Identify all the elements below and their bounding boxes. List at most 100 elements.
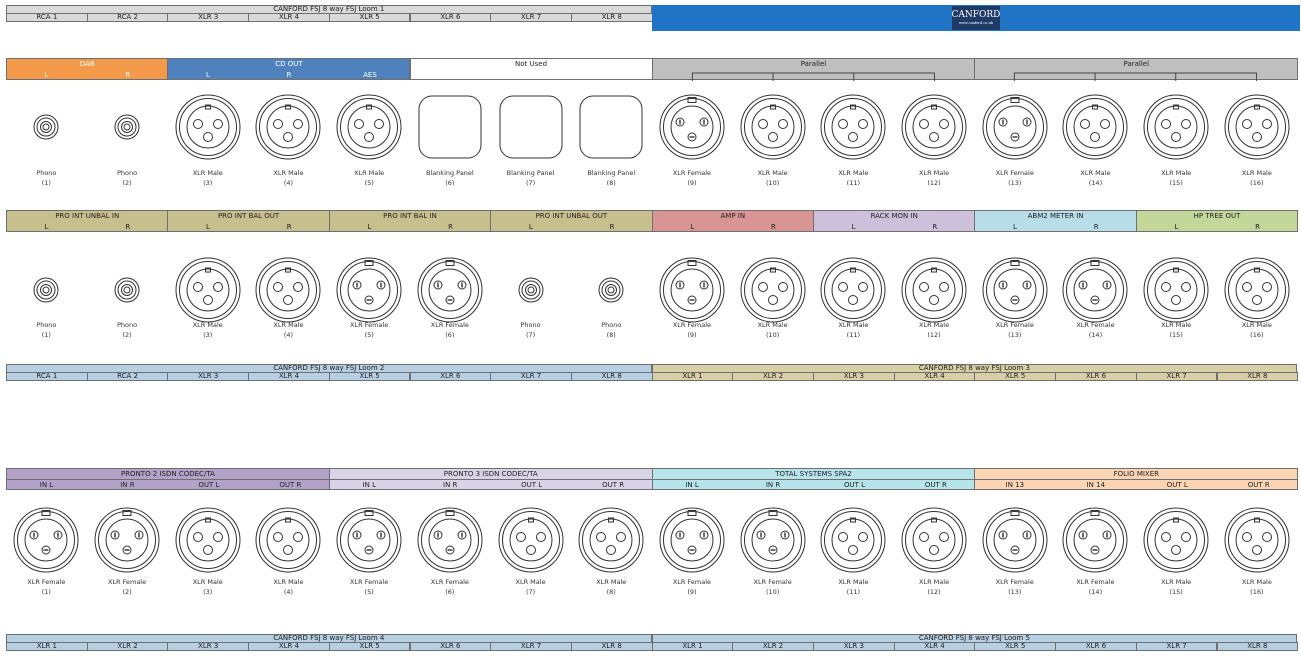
xlr-male-icon — [901, 94, 967, 160]
channel-label: OUT L — [1166, 481, 1188, 489]
connector-type-label: XLR Female — [753, 578, 792, 586]
loom1-cell: XLR 5 — [328, 13, 411, 22]
connector-type-label: XLR Male — [757, 321, 788, 329]
group-title: DAB — [79, 60, 95, 68]
xlr-male-icon — [740, 257, 806, 323]
group-title: FOLIO MIXER — [1113, 470, 1159, 478]
channel-label: IN R — [765, 481, 781, 489]
connector-number-label: (10) — [765, 331, 780, 339]
connector-caption: XLR Male (14) — [1055, 168, 1135, 188]
connector-caption: XLR Male (3) — [168, 168, 248, 188]
connector-type-label: XLR Female — [27, 578, 66, 586]
connector-caption: XLR Female (13) — [975, 320, 1055, 340]
row1-group-header: Not Used — [409, 58, 653, 80]
channel-label: R — [286, 71, 292, 79]
connector-caption: Blanking Panel (6) — [410, 168, 490, 188]
connector-number-label: (5) — [364, 331, 374, 339]
xlr-female-icon — [740, 507, 806, 573]
channel-label: R — [125, 223, 131, 231]
connector-type-label: XLR Male — [192, 169, 223, 177]
connector-number-label: (16) — [1250, 179, 1264, 187]
connector-number-label: (13) — [1008, 179, 1022, 187]
connector-type-label: Blanking Panel — [506, 169, 555, 177]
loom4-cell: XLR 2 — [86, 642, 169, 651]
connector-caption: XLR Male (11) — [813, 168, 893, 188]
connector-type-label: XLR Female — [107, 578, 147, 586]
connector-number-label: (11) — [846, 588, 861, 596]
xlr-male-icon — [820, 94, 886, 160]
xlr-male-icon — [1143, 94, 1209, 160]
xlr-male-icon — [1224, 257, 1290, 323]
connector-caption: Phono (2) — [87, 320, 167, 340]
connector-type-label: XLR Male — [757, 169, 788, 177]
connector-caption: XLR Male (15) — [1136, 577, 1216, 597]
phono-connector-icon — [598, 277, 624, 303]
xlr-male-icon — [820, 507, 886, 573]
connector-number-label: (6) — [445, 331, 455, 339]
xlr-female-icon — [659, 257, 725, 323]
connector-number-label: (13) — [1008, 588, 1022, 596]
phono-connector-icon — [114, 114, 140, 140]
connector-type-label: XLR Female — [430, 321, 469, 329]
connector-caption: XLR Male (7) — [491, 577, 571, 597]
connector-type-label: XLR Male — [1161, 578, 1192, 586]
xlr-male-icon — [820, 257, 886, 323]
connector-number-label: (3) — [203, 588, 213, 596]
xlr-female-icon — [1062, 507, 1128, 573]
connector-number-label: (16) — [1250, 588, 1264, 596]
xlr-female-icon — [982, 507, 1048, 573]
connector-number-label: (5) — [364, 179, 374, 187]
xlr-female-icon — [94, 507, 160, 573]
connector-number-label: (3) — [203, 331, 213, 339]
connector-caption: Blanking Panel (8) — [571, 168, 651, 188]
channel-label: OUT L — [843, 481, 866, 489]
connector-number-label: (10) — [765, 179, 780, 187]
channel-label: OUT R — [924, 481, 947, 489]
row2-group-header: PRO INT UNBAL OUT — [490, 210, 653, 232]
channel-label: L — [1013, 223, 1017, 231]
xlr-male-icon — [740, 94, 806, 160]
connector-type-label: XLR Male — [1241, 321, 1272, 329]
connector-caption: XLR Female (13) — [975, 577, 1055, 597]
xlr-female-icon — [417, 507, 483, 573]
connector-type-label: XLR Female — [995, 169, 1034, 177]
connector-caption: XLR Male (10) — [733, 320, 813, 340]
connector-number-label: (4) — [283, 179, 294, 187]
connector-caption: XLR Female (14) — [1055, 577, 1135, 597]
xlr-female-icon — [1062, 257, 1128, 323]
xlr-male-icon — [901, 507, 967, 573]
row2-group-header: PRO INT BAL IN — [328, 210, 492, 232]
channel-label: IN L — [362, 481, 376, 489]
xlr-male-icon — [1143, 257, 1209, 323]
connector-caption: XLR Female (13) — [975, 168, 1055, 188]
connector-type-label: Blanking Panel — [587, 169, 636, 177]
connector-number-label: (4) — [283, 331, 294, 339]
connector-caption: XLR Male (8) — [571, 577, 651, 597]
connector-caption: XLR Male (4) — [248, 168, 328, 188]
xlr-male-icon — [1143, 507, 1209, 573]
loom5-cell: XLR 8 — [1216, 642, 1299, 651]
connector-caption: XLR Female (9) — [652, 320, 732, 340]
channel-label: L — [851, 223, 856, 231]
blanking-panel-icon — [499, 95, 563, 159]
connector-number-label: (15) — [1169, 179, 1183, 187]
connector-number-label: (2) — [122, 179, 132, 187]
row2-group-header: PRO INT BAL OUT — [167, 210, 330, 232]
loom2-cell: RCA 1 — [6, 372, 88, 381]
channel-label: L — [205, 71, 210, 79]
channel-label: R — [286, 223, 292, 231]
connector-number-label: (2) — [122, 331, 132, 339]
connector-type-label: XLR Male — [838, 169, 869, 177]
connector-type-label: XLR Female — [672, 169, 712, 177]
connector-type-label: XLR Male — [919, 578, 950, 586]
xlr-female-icon — [982, 257, 1048, 323]
canford-header-bar: CANFORD www.canford.co.uk — [651, 5, 1301, 31]
loom2-cell: RCA 2 — [86, 372, 169, 381]
connector-caption: XLR Female (6) — [410, 577, 490, 597]
logo-brand-text: CANFORD — [951, 9, 1001, 20]
loom1-cell: RCA 1 — [6, 13, 88, 22]
connector-caption: Phono (1) — [6, 320, 86, 340]
connector-type-label: XLR Female — [1076, 321, 1115, 329]
connector-caption: Phono (7) — [491, 320, 571, 340]
connector-caption: XLR Male (12) — [894, 320, 974, 340]
